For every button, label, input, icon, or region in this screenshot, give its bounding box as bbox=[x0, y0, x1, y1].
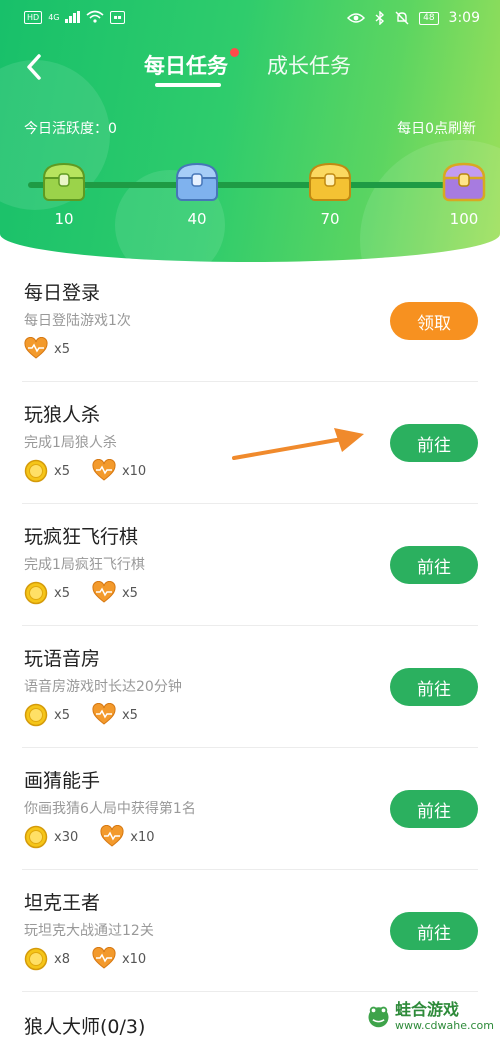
reward-heart-amount: x10 bbox=[130, 829, 155, 845]
reward-coin: x5 bbox=[24, 703, 70, 727]
task-rewards: x5 bbox=[24, 337, 92, 361]
chest-value-label: 70 bbox=[320, 210, 340, 228]
watermark-url: www.cdwahe.com bbox=[395, 1018, 494, 1032]
tab-growth-tasks[interactable]: 成长任务 bbox=[267, 50, 351, 80]
bluetooth-icon bbox=[375, 11, 385, 25]
coin-icon bbox=[24, 947, 48, 971]
task-desc: 每日登陆游戏1次 bbox=[24, 313, 131, 329]
chest-icon-70[interactable] bbox=[307, 160, 353, 204]
tab-daily-tasks[interactable]: 每日任务 bbox=[144, 50, 228, 80]
heart-icon bbox=[92, 947, 116, 969]
status-bar: HD 4G ▪▪ 48 3:09 bbox=[0, 0, 500, 38]
task-row-voice-room: 玩语音房 语音房游戏时长达20分钟 x5 x5 前往 bbox=[0, 626, 500, 748]
tab-active-indicator bbox=[155, 83, 221, 87]
task-desc: 完成1局疯狂飞行棋 bbox=[24, 557, 145, 573]
activity-label: 今日活跃度：0 bbox=[24, 121, 117, 137]
reward-heart: x5 bbox=[92, 581, 138, 605]
notification-icon: ▪▪ bbox=[110, 10, 125, 24]
reward-heart: x5 bbox=[24, 337, 70, 361]
chest-value-label: 100 bbox=[449, 210, 479, 228]
task-title: 玩疯狂飞行棋 bbox=[24, 526, 139, 548]
reward-coin: x30 bbox=[24, 825, 78, 849]
unread-dot bbox=[230, 48, 239, 57]
mute-bell-icon bbox=[395, 11, 409, 25]
task-row-tank-king: 坦克王者 玩坦克大战通过12关 x8 x10 前往 bbox=[0, 870, 500, 992]
network-hd-badge: HD bbox=[24, 10, 43, 24]
watermark: 蛙合游戏 www.cdwahe.com bbox=[366, 994, 494, 1038]
reward-heart: x10 bbox=[92, 947, 146, 971]
reward-coin-amount: x5 bbox=[54, 463, 70, 479]
header-banner: HD 4G ▪▪ 48 3:09 每日任务 成长任务 今日活跃度：0 每日0点刷… bbox=[0, 0, 500, 262]
task-rewards: x5 x5 bbox=[24, 703, 160, 727]
task-rewards: x8 x10 bbox=[24, 947, 168, 971]
task-desc: 玩坦克大战通过12关 bbox=[24, 923, 154, 939]
task-row-flight-chess: 玩疯狂飞行棋 完成1局疯狂飞行棋 x5 x5 前往 bbox=[0, 504, 500, 626]
reward-heart-amount: x5 bbox=[121, 707, 138, 723]
coin-icon bbox=[24, 459, 48, 483]
reward-heart-amount: x10 bbox=[121, 951, 147, 967]
go-button[interactable]: 前往 bbox=[390, 424, 478, 462]
go-button[interactable]: 前往 bbox=[390, 546, 478, 584]
network-gen: 4G bbox=[48, 12, 60, 22]
task-title: 玩语音房 bbox=[24, 648, 101, 670]
task-desc: 语音房游戏时长达20分钟 bbox=[24, 679, 182, 695]
chest-value-label: 40 bbox=[187, 210, 207, 228]
reward-coin: x8 bbox=[24, 947, 70, 971]
wifi-icon bbox=[86, 10, 105, 23]
reward-coin-amount: x5 bbox=[54, 707, 70, 723]
signal-icon bbox=[65, 11, 81, 23]
task-rewards: x5 x10 bbox=[24, 459, 168, 483]
task-desc: 你画我猜6人局中获得第1名 bbox=[24, 801, 196, 817]
heart-icon bbox=[24, 337, 48, 359]
task-row-draw-guess: 画猜能手 你画我猜6人局中获得第1名 x30 x10 前往 bbox=[0, 748, 500, 870]
task-title: 每日登录 bbox=[24, 282, 101, 304]
clock: 3:09 bbox=[448, 10, 480, 26]
task-desc: 完成1局狼人杀 bbox=[24, 435, 117, 451]
eye-icon bbox=[347, 13, 366, 23]
heart-icon bbox=[92, 703, 116, 725]
heart-icon bbox=[92, 581, 116, 603]
reward-coin: x5 bbox=[24, 459, 70, 483]
claim-button[interactable]: 领取 bbox=[390, 302, 478, 340]
divider bbox=[22, 991, 478, 992]
go-button[interactable]: 前往 bbox=[390, 790, 478, 828]
task-rewards: x30 x10 bbox=[24, 825, 177, 849]
reward-heart: x5 bbox=[92, 703, 138, 727]
frog-logo-icon bbox=[368, 1006, 389, 1028]
reward-coin-amount: x30 bbox=[54, 829, 79, 845]
task-title: 画猜能手 bbox=[24, 770, 101, 792]
annotation-arrow-icon bbox=[232, 428, 364, 460]
reward-heart: x10 bbox=[92, 459, 146, 483]
reward-heart: x10 bbox=[100, 825, 155, 849]
reward-coin-amount: x8 bbox=[54, 951, 70, 967]
chest-value-label: 10 bbox=[54, 210, 74, 228]
watermark-name: 蛙合游戏 bbox=[395, 999, 460, 1019]
go-button[interactable]: 前往 bbox=[390, 912, 478, 950]
task-row-daily-login: 每日登录 每日登陆游戏1次 x5 领取 bbox=[0, 260, 500, 382]
task-title: 狼人大师(0/3) bbox=[24, 1016, 146, 1038]
coin-icon bbox=[24, 825, 48, 849]
reward-heart-amount: x5 bbox=[121, 585, 138, 601]
chest-icon-40[interactable] bbox=[174, 160, 220, 204]
reward-heart-amount: x5 bbox=[54, 341, 70, 357]
heart-icon bbox=[92, 459, 116, 481]
chest-icon-100[interactable] bbox=[441, 160, 487, 204]
task-title: 玩狼人杀 bbox=[24, 404, 101, 426]
tab-bar: 每日任务 成长任务 bbox=[0, 50, 500, 90]
task-title: 坦克王者 bbox=[24, 892, 101, 914]
coin-icon bbox=[24, 581, 48, 605]
reward-coin-amount: x5 bbox=[54, 585, 70, 601]
battery-icon: 48 bbox=[419, 11, 439, 25]
activity-progress-track bbox=[28, 182, 472, 188]
heart-icon bbox=[100, 825, 124, 847]
chest-icon-10[interactable] bbox=[41, 160, 87, 204]
task-rewards: x5 x5 bbox=[24, 581, 160, 605]
coin-icon bbox=[24, 703, 48, 727]
go-button[interactable]: 前往 bbox=[390, 668, 478, 706]
reward-heart-amount: x10 bbox=[121, 463, 147, 479]
reward-coin: x5 bbox=[24, 581, 70, 605]
refresh-note: 每日0点刷新 bbox=[397, 121, 476, 137]
